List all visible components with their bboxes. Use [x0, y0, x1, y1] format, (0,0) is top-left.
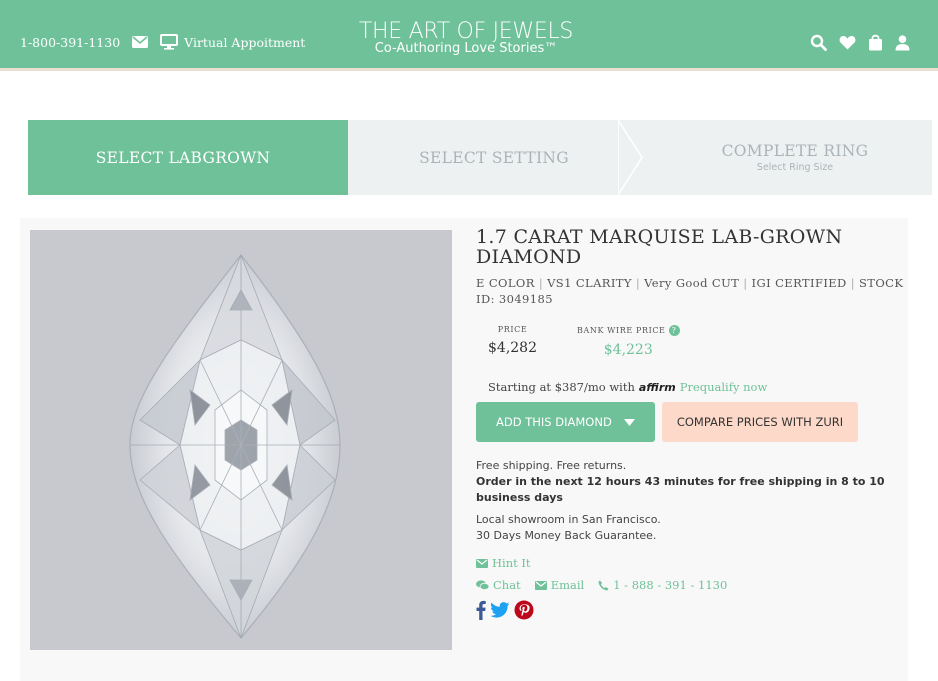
phone-link[interactable]: 1 - 888 - 391 - 1130: [598, 578, 727, 592]
contact-links: Hint It Chat Email 1 - 888 - 391 - 1130: [476, 556, 906, 620]
diamond-image[interactable]: [30, 230, 452, 650]
bank-wire-label: BANK WIRE PRICE: [577, 326, 666, 335]
prequalify-link[interactable]: Prequalify now: [680, 380, 768, 394]
email-link[interactable]: Email: [534, 578, 585, 592]
virtual-appointment-label: Virtual Appoitment: [184, 34, 306, 50]
product-info: 1.7 CARAT MARQUISE LAB-GROWN DIAMOND E C…: [476, 227, 906, 620]
showroom-info: Local showroom in San Francisco. 30 Days…: [476, 512, 906, 544]
step-arrow-1: [324, 120, 346, 195]
phone-link[interactable]: 1-800-391-1130: [20, 35, 120, 50]
guarantee-line: 30 Days Money Back Guarantee.: [476, 529, 657, 542]
step-select-setting[interactable]: SELECT SETTING: [324, 120, 642, 195]
price-value: $4,282: [488, 340, 537, 356]
search-icon[interactable]: [810, 34, 827, 51]
shopping-bag-icon[interactable]: [868, 34, 883, 51]
bank-wire-column: BANK WIRE PRICE ? $4,223: [577, 325, 680, 358]
product-specs: E COLOR | VS1 CLARITY | Very Good CUT | IGI CE…: [476, 275, 906, 307]
monitor-icon: [160, 34, 179, 50]
social-share: [476, 600, 906, 620]
email-label: Email: [550, 578, 585, 592]
product-title: 1.7 CARAT MARQUISE LAB-GROWN DIAMOND: [476, 226, 843, 268]
chat-icon: [476, 579, 489, 590]
envelope-icon[interactable]: [132, 36, 149, 48]
brand-tagline: Co-Authoring Love Stories™: [374, 41, 558, 56]
spec-cut: Very Good CUT: [644, 276, 740, 290]
hint-it-link[interactable]: Hint It: [476, 556, 531, 570]
compare-prices-button[interactable]: COMPARE PRICES WITH ZURI: [662, 402, 858, 442]
step-label: SELECT LABGROWN: [95, 148, 271, 167]
affirm-logo: affirm: [639, 381, 676, 394]
affirm-logo-text: affirm: [638, 380, 676, 394]
action-buttons: ADD THIS DIAMOND COMPARE PRICES WITH ZUR…: [476, 402, 906, 442]
step-label: SELECT SETTING: [419, 148, 569, 167]
add-diamond-button[interactable]: ADD THIS DIAMOND: [476, 402, 655, 442]
brand-logo[interactable]: THE ART OF JEWELS Co-Authoring Love Stor…: [346, 20, 586, 56]
spec-cert[interactable]: IGI CERTIFIED: [752, 276, 847, 290]
envelope-icon: [476, 558, 488, 568]
step-arrow-3: [908, 120, 932, 195]
shipping-info: Free shipping. Free returns. Order in th…: [476, 458, 906, 506]
hint-it-label: Hint It: [492, 556, 531, 570]
step-arrow-2: [618, 120, 643, 195]
price-column: PRICE $4,282: [488, 325, 537, 358]
spec-clarity: VS1 CLARITY: [547, 276, 632, 290]
bank-wire-label-row: BANK WIRE PRICE ?: [577, 325, 680, 336]
showroom-line: Local showroom in San Francisco.: [476, 513, 661, 526]
affirm-text: Starting at $387/mo with: [488, 380, 635, 394]
add-diamond-label: ADD THIS DIAMOND: [496, 415, 612, 429]
header-contact: 1-800-391-1130 Virtual Appoitment: [20, 34, 305, 50]
spec-separator: |: [635, 276, 641, 290]
chat-label: Chat: [493, 578, 521, 592]
caret-down-icon: [624, 418, 635, 426]
spec-separator: |: [850, 276, 855, 290]
spec-separator: |: [538, 276, 544, 290]
progress-steps: COMPLETE RING Select Ring Size SELECT SE…: [28, 120, 932, 195]
spec-separator: |: [743, 276, 748, 290]
twitter-icon[interactable]: [490, 601, 510, 619]
bank-wire-value: $4,223: [603, 342, 653, 358]
step-label: COMPLETE RING: [721, 142, 869, 160]
price-block: PRICE $4,282 BANK WIRE PRICE ? $4,223: [476, 325, 906, 358]
top-header: 1-800-391-1130 Virtual Appoitment THE AR…: [0, 0, 938, 71]
step-sublabel: Select Ring Size: [756, 162, 834, 173]
heart-icon[interactable]: [839, 35, 856, 50]
price-label: PRICE: [497, 325, 528, 334]
envelope-icon: [534, 580, 547, 590]
shipping-line: Free shipping. Free returns.: [476, 459, 627, 472]
chat-link[interactable]: Chat: [476, 578, 521, 592]
affirm-financing: Starting at $387/mo with affirm Prequali…: [476, 380, 906, 394]
pinterest-icon[interactable]: [514, 600, 534, 620]
shipping-deadline: Order in the next 12 hours 43 minutes fo…: [476, 475, 885, 504]
user-icon[interactable]: [895, 34, 910, 51]
header-actions: [810, 34, 910, 51]
phone-label: 1 - 888 - 391 - 1130: [613, 578, 728, 592]
virtual-appointment-link[interactable]: Virtual Appoitment: [160, 34, 305, 50]
step-select-labgrown[interactable]: SELECT LABGROWN: [28, 120, 348, 195]
help-icon[interactable]: ?: [668, 325, 680, 336]
step-complete-ring[interactable]: COMPLETE RING Select Ring Size: [618, 120, 932, 195]
phone-icon: [598, 580, 609, 590]
spec-color: E COLOR: [476, 276, 535, 290]
facebook-icon[interactable]: [476, 600, 486, 620]
